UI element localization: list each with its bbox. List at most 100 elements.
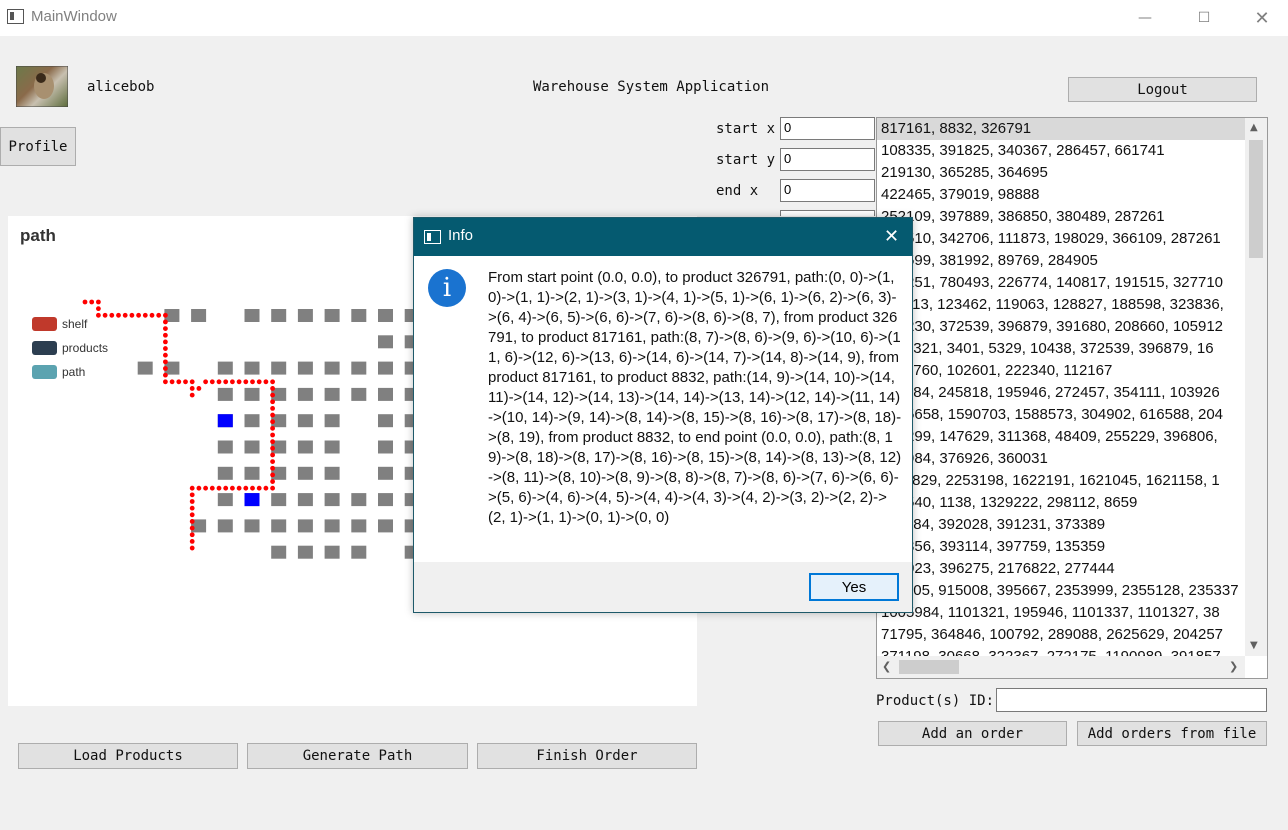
add-order-button[interactable]: Add an order [878,721,1067,746]
shelf-mark [351,387,367,401]
shelf-mark [378,335,393,349]
list-item[interactable]: 101540, 1138, 1329222, 298112, 8659 [877,492,1245,514]
product-id-input[interactable] [996,688,1267,712]
list-item[interactable]: 101113, 123462, 119063, 128827, 188598, … [877,294,1245,316]
list-item[interactable]: 1775658, 1590703, 1588573, 304902, 61658… [877,404,1245,426]
scroll-right-icon[interactable]: ❯ [1229,660,1238,673]
dialog-close-icon[interactable]: ✕ [884,226,899,247]
product-mark [244,493,260,507]
scroll-left-icon[interactable]: ❮ [882,660,891,673]
shelf-mark [297,519,313,533]
list-item[interactable]: 301599, 381992, 89769, 284905 [877,250,1245,272]
path-point [189,492,195,498]
path-point [189,485,195,491]
dialog-message: From start point (0.0, 0.0), to product … [488,269,902,526]
shelf-mark [324,545,340,559]
list-item[interactable]: 101251, 780493, 226774, 140817, 191515, … [877,272,1245,294]
path-point [209,485,215,491]
path-point [270,419,275,425]
list-item[interactable]: 71795, 364846, 100792, 289088, 2625629, … [877,624,1245,646]
list-item[interactable]: 101230, 372539, 396879, 391680, 208660, … [877,316,1245,338]
shelf-mark [244,414,260,428]
path-point [163,312,168,318]
app-title: Warehouse System Application [533,79,770,95]
profile-button[interactable]: Profile [0,127,76,166]
legend-label: shelf [62,317,88,331]
list-item[interactable]: 817161, 8832, 326791 [877,118,1245,140]
path-point [189,379,195,385]
shelf-mark [244,387,260,401]
scroll-down-icon[interactable]: ▼ [1250,640,1258,651]
minimize-icon[interactable]: — [1116,0,1174,36]
path-point [189,505,195,511]
path-point [163,319,168,325]
shelf-mark [324,309,340,322]
path-point [250,485,255,491]
path-point [270,465,275,471]
path-point [270,412,275,418]
list-item[interactable]: 422465, 379019, 98888 [877,184,1245,206]
path-point [149,312,155,318]
path-point [189,532,195,538]
path-point [223,485,229,491]
list-item[interactable]: 101184, 245818, 195946, 272457, 354111, … [877,382,1245,404]
path-point [89,299,95,305]
path-point [270,392,275,398]
end-x-input[interactable]: 0 [780,179,875,202]
vertical-scroll-thumb[interactable] [1249,140,1263,258]
start-y-input[interactable]: 0 [780,148,875,171]
shelf-mark [378,309,393,322]
path-point [270,472,275,478]
shelf-mark [324,440,340,454]
username-label: alicebob [87,79,155,95]
path-point [82,299,88,305]
path-point [270,399,275,405]
list-item[interactable]: 1112829, 2253198, 1622191, 1621045, 1621… [877,470,1245,492]
generate-path-button[interactable]: Generate Path [247,743,468,769]
horizontal-scroll-thumb[interactable] [899,660,959,674]
list-item[interactable]: 101299, 147629, 311368, 48409, 255229, 3… [877,426,1245,448]
close-icon[interactable]: ✕ [1233,0,1288,36]
load-products-button[interactable]: Load Products [18,743,238,769]
path-point [270,439,275,445]
list-item[interactable]: 219130, 365285, 364695 [877,162,1245,184]
list-item[interactable]: 1101321, 3401, 5329, 10438, 372539, 3968… [877,338,1245,360]
scroll-up-icon[interactable]: ▲ [1250,122,1258,133]
path-point [163,346,168,351]
list-item[interactable]: 202510, 342706, 111873, 198029, 366109, … [877,228,1245,250]
path-point [270,386,275,391]
start-x-input[interactable]: 0 [780,117,875,140]
legend-swatch [32,317,57,331]
end-y-input[interactable] [780,210,875,216]
finish-order-button[interactable]: Finish Order [477,743,697,769]
list-item[interactable]: 101105, 915008, 395667, 2353999, 2355128… [877,580,1245,602]
yes-button[interactable]: Yes [809,573,899,601]
path-point [189,525,195,531]
shelf-mark [378,361,393,375]
shelf-mark [137,361,153,375]
list-item[interactable]: 101184, 392028, 391231, 373389 [877,514,1245,536]
list-item[interactable]: 101023, 396275, 2176822, 277444 [877,558,1245,580]
path-point [102,312,108,318]
path-point [109,312,115,318]
shelf-mark [244,361,260,375]
path-point [270,485,275,491]
list-item[interactable]: 1197760, 102601, 222340, 112167 [877,360,1245,382]
list-item[interactable]: 101356, 393114, 397759, 135359 [877,536,1245,558]
shelf-mark [271,309,287,322]
horizontal-scrollbar[interactable]: ❮ ❯ [877,656,1245,678]
maximize-icon[interactable]: ☐ [1175,0,1233,36]
list-item[interactable]: 1005984, 1101321, 195946, 1101337, 11013… [877,602,1245,624]
path-point [176,379,182,385]
add-orders-file-button[interactable]: Add orders from file [1077,721,1267,746]
logout-button[interactable]: Logout [1068,77,1257,102]
list-item[interactable]: 252109, 397889, 386850, 380489, 287261 [877,206,1245,228]
list-item[interactable]: 108335, 391825, 340367, 286457, 661741 [877,140,1245,162]
orders-list[interactable]: 817161, 8832, 326791 108335, 391825, 3403… [876,117,1268,679]
list-item[interactable]: 101984, 376926, 360031 [877,448,1245,470]
vertical-scrollbar[interactable]: ▲ ▼ [1245,118,1267,656]
list-item[interactable]: 371198, 30668, 322367, 272175, 1190989, … [877,646,1245,656]
shelf-mark [297,309,313,322]
dialog-title: Info [448,227,474,244]
start-y-label: start y [716,152,776,168]
